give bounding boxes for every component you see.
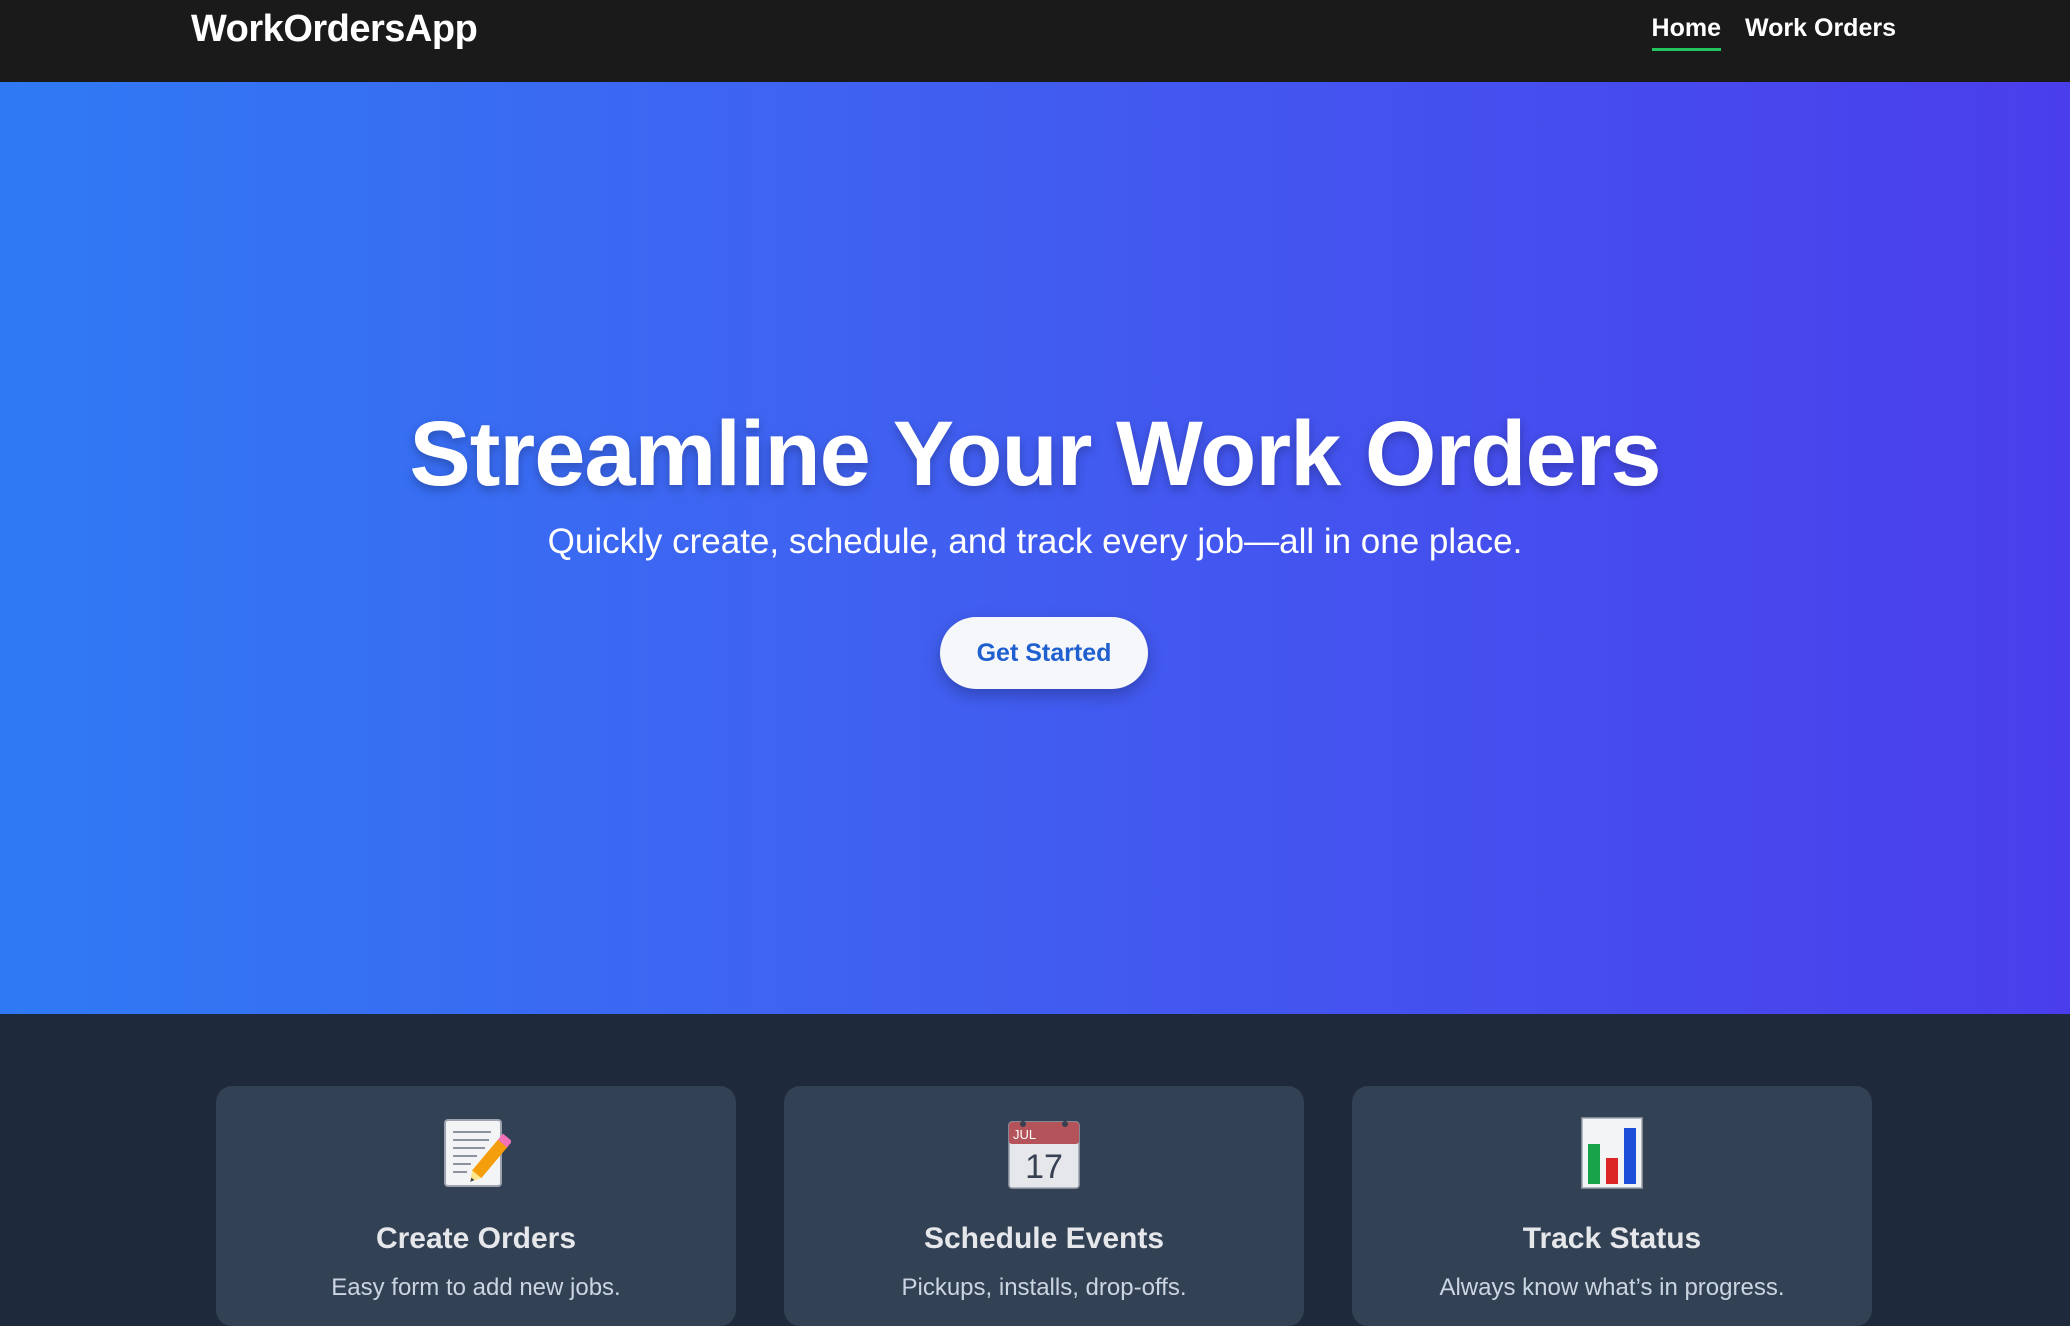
top-navbar: WorkOrdersApp Home Work Orders <box>0 0 2070 82</box>
nav-link-home[interactable]: Home <box>1651 14 1722 51</box>
feature-description: Pickups, installs, drop-offs. <box>901 1274 1187 1301</box>
calendar-month-label: JUL <box>1013 1127 1036 1142</box>
feature-title: Schedule Events <box>923 1222 1165 1255</box>
hero-title: Streamline Your Work Orders <box>409 403 1661 505</box>
feature-description: Always know what’s in progress. <box>1439 1274 1785 1301</box>
feature-title: Create Orders <box>375 1222 577 1255</box>
feature-card-schedule-events: JUL 17 Schedule Events Pickups, installs… <box>784 1086 1304 1326</box>
feature-description: Easy form to add new jobs. <box>331 1274 621 1301</box>
feature-card-track-status: Track Status Always know what’s in progr… <box>1352 1086 1872 1326</box>
memo-pencil-icon <box>216 1116 736 1190</box>
hero-subtitle: Quickly create, schedule, and track ever… <box>547 522 1523 561</box>
bar-chart-icon <box>1352 1116 1872 1190</box>
get-started-button[interactable]: Get Started <box>940 617 1148 689</box>
feature-card-create-orders: Create Orders Easy form to add new jobs. <box>216 1086 736 1326</box>
nav-links: Home Work Orders <box>1651 14 1896 51</box>
calendar-icon: JUL 17 <box>784 1116 1304 1190</box>
brand-logo[interactable]: WorkOrdersApp <box>191 8 478 51</box>
calendar-day-label: 17 <box>1025 1148 1063 1186</box>
features-section: Create Orders Easy form to add new jobs.… <box>0 1014 2070 1326</box>
feature-title: Track Status <box>1522 1222 1702 1255</box>
hero-section: Streamline Your Work Orders Quickly crea… <box>0 82 2070 1014</box>
nav-link-work-orders[interactable]: Work Orders <box>1745 14 1896 51</box>
